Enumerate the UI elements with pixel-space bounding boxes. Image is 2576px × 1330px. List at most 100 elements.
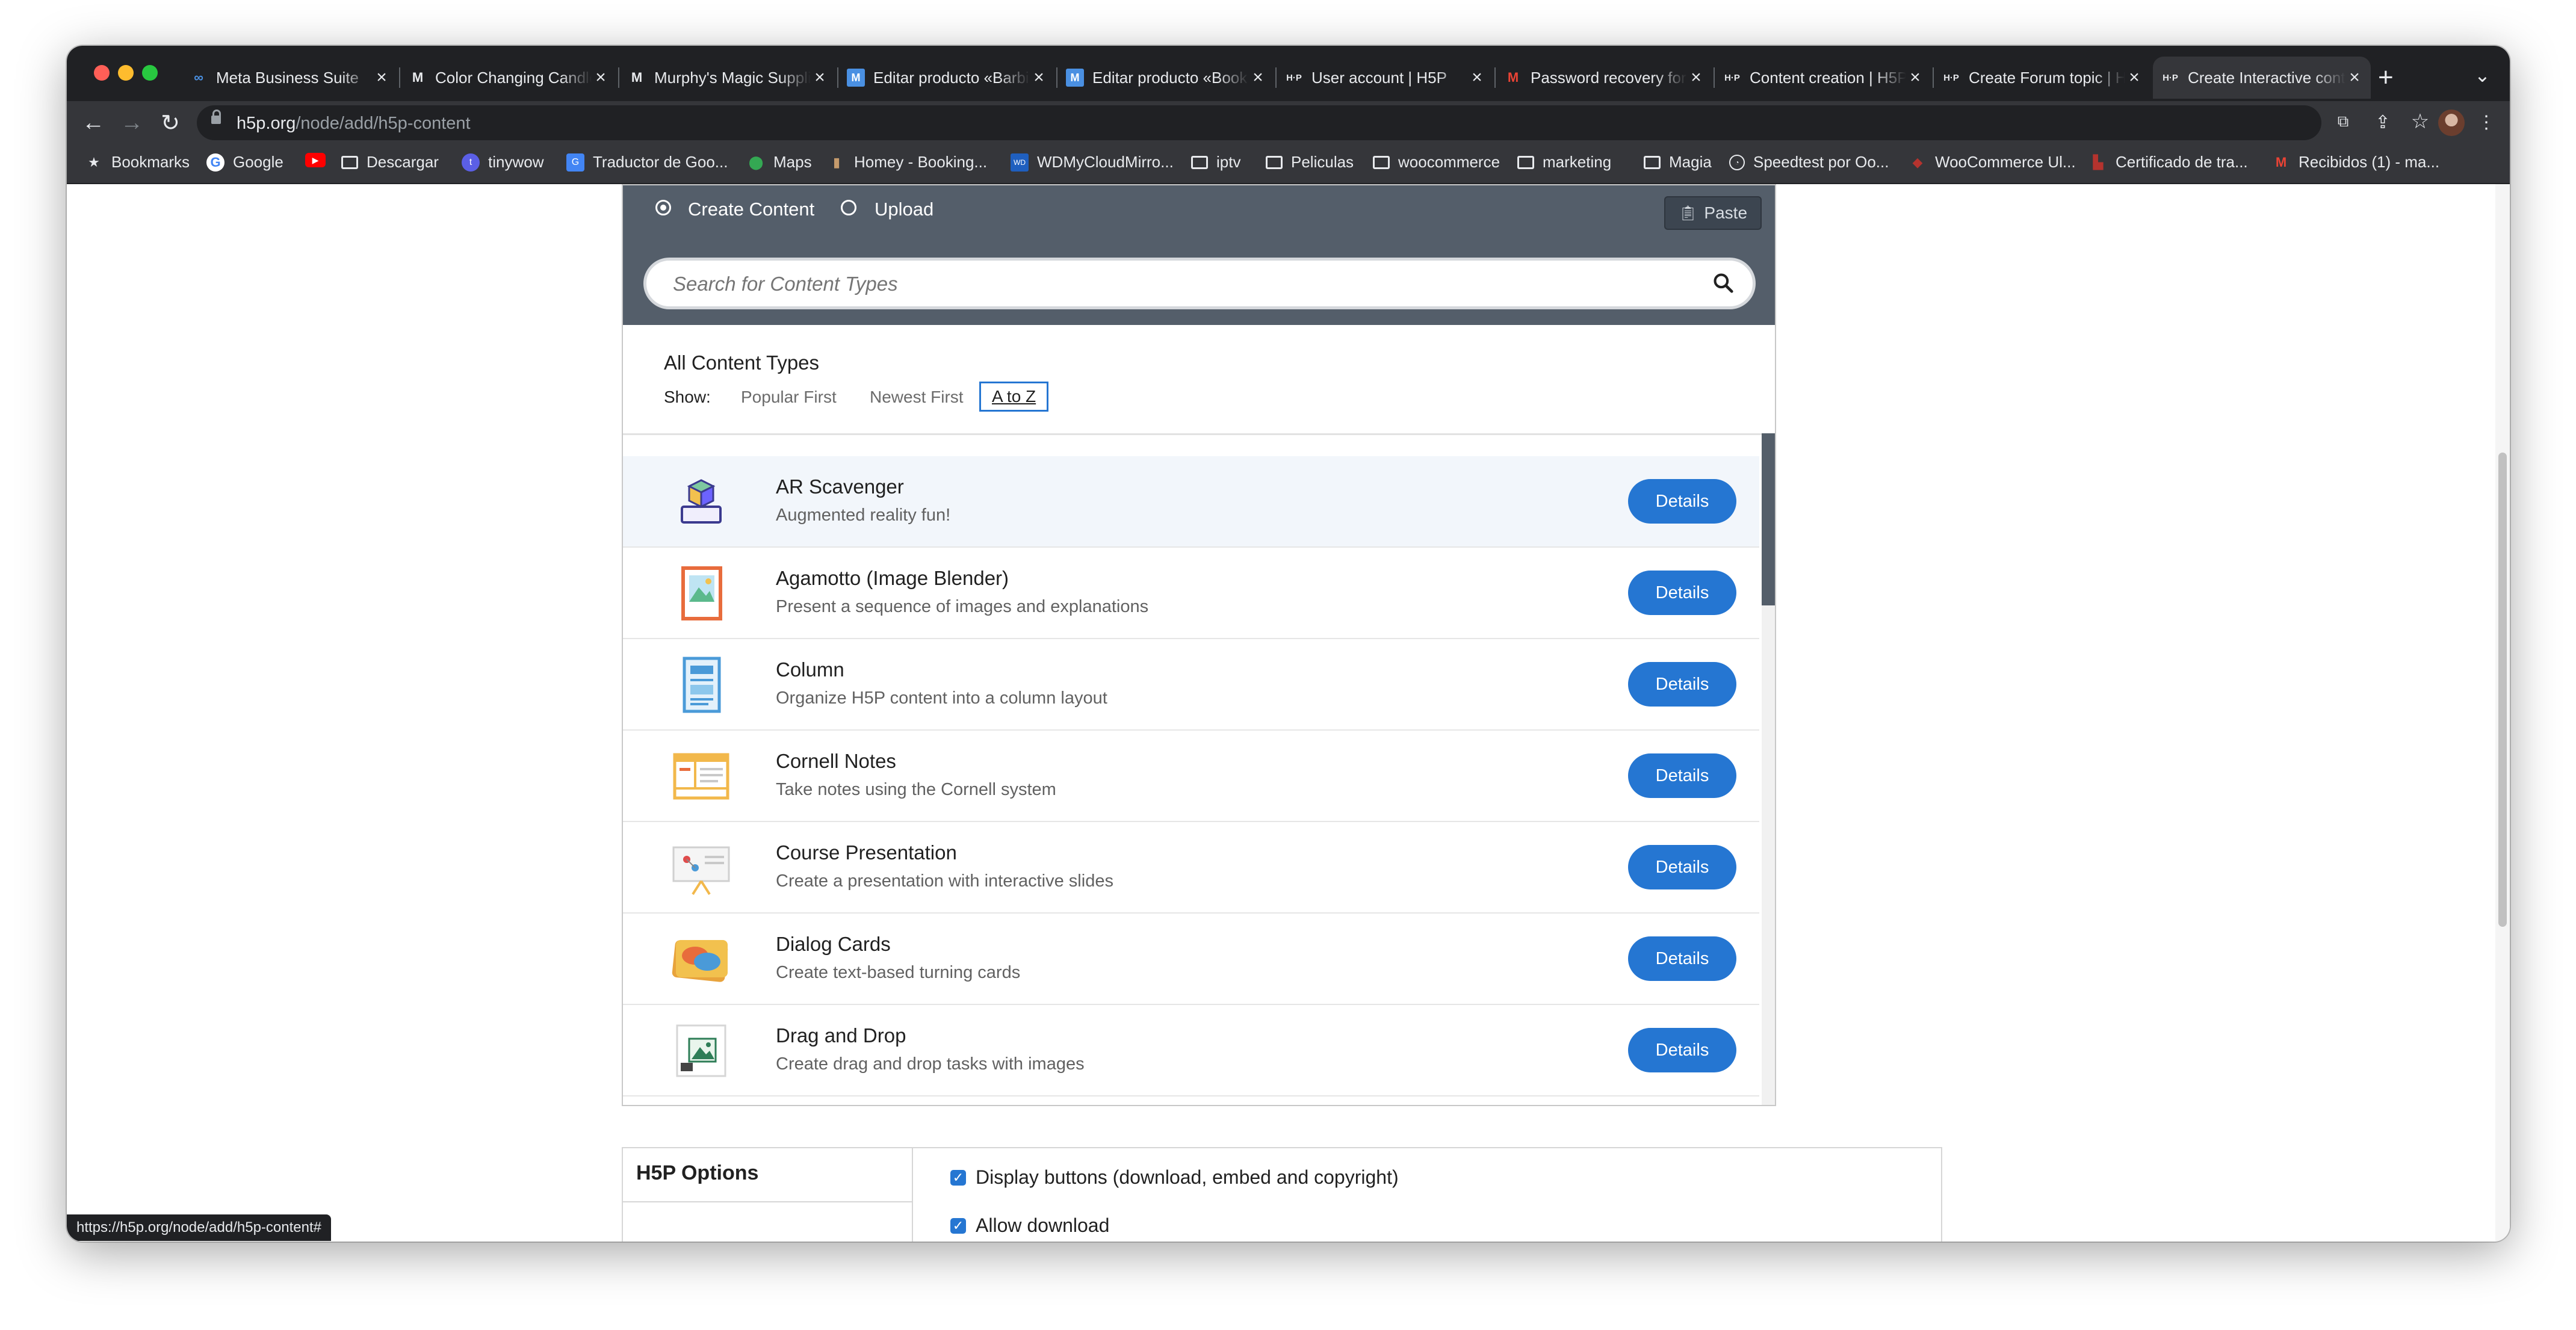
list-item[interactable]: Drag and Drop Create drag and drop tasks… — [623, 1005, 1759, 1096]
details-button[interactable]: Details — [1628, 1028, 1736, 1072]
close-tab-icon[interactable]: × — [2125, 67, 2143, 88]
browser-tab[interactable]: H·P Create Forum topic | H5P × — [1934, 57, 2150, 99]
bookmark-item[interactable]: Magia — [1644, 153, 1712, 172]
filter-popular-first[interactable]: Popular First — [741, 388, 837, 407]
close-tab-icon[interactable]: × — [1906, 67, 1924, 88]
browser-tab[interactable]: M Color Changing Candle × — [400, 57, 617, 99]
bookmark-item[interactable]: ▮ Homey - Booking... — [828, 153, 987, 172]
filter-newest-first[interactable]: Newest First — [870, 388, 964, 407]
list-item[interactable]: Column Organize H5P content into a colum… — [623, 639, 1759, 731]
bookmark-item[interactable]: M Recibidos (1) - ma... — [2272, 153, 2439, 172]
gmail-icon: M — [2275, 154, 2287, 170]
display-buttons-label[interactable]: Display buttons (download, embed and cop… — [976, 1166, 1399, 1189]
bookmark-item[interactable]: marketing — [1517, 153, 1611, 172]
search-icon[interactable] — [1712, 271, 1735, 294]
search-input[interactable]: Search for Content Types — [643, 258, 1756, 309]
browser-tab[interactable]: M Murphy's Magic Supplies × — [619, 57, 836, 99]
more-menu-icon[interactable]: ⋮ — [2474, 112, 2498, 133]
maximize-window-button[interactable] — [142, 65, 158, 81]
bookmark-item[interactable]: ★ Bookmarks — [85, 153, 190, 172]
back-arrow-icon[interactable]: ← — [79, 108, 108, 137]
h5p-icon: H·P — [2163, 72, 2178, 83]
browser-tab[interactable]: M Editar producto «Barbie × — [838, 57, 1055, 99]
minimize-window-button[interactable] — [118, 65, 134, 81]
profile-avatar[interactable] — [2438, 110, 2465, 136]
tab-title: Content creation | H5P — [1750, 68, 1906, 87]
close-window-button[interactable] — [94, 65, 110, 81]
meta-icon: ∞ — [194, 70, 203, 85]
allow-download-checkbox[interactable]: ✓ — [950, 1218, 966, 1234]
bookmark-item[interactable]: ◆ WooCommerce Ul... — [1909, 153, 2076, 172]
close-tab-icon[interactable]: × — [1468, 67, 1486, 88]
close-tab-icon[interactable]: × — [1249, 67, 1267, 88]
browser-tab[interactable]: ∞ Meta Business Suite × — [181, 57, 398, 99]
create-content-radio[interactable] — [655, 200, 671, 215]
url-text[interactable]: h5p.org/node/add/h5p-content — [237, 114, 471, 134]
content-list-scrollbar[interactable] — [1762, 433, 1775, 1105]
bookmark-label: WDMyCloudMirro... — [1037, 153, 1174, 171]
bookmark-item[interactable]: ▶ — [305, 153, 334, 167]
content-list-scroll-thumb[interactable] — [1762, 433, 1775, 605]
address-bar[interactable]: h5p.org/node/add/h5p-content — [197, 105, 2321, 140]
bookmark-item[interactable]: G Google — [206, 153, 283, 172]
paste-button[interactable]: 📋︎ Paste — [1664, 196, 1762, 230]
upload-radio[interactable] — [841, 200, 856, 215]
content-type-description: Create a presentation with interactive s… — [776, 871, 1113, 891]
close-tab-icon[interactable]: × — [373, 67, 391, 88]
forward-arrow-icon[interactable]: → — [117, 108, 146, 137]
bookmark-item[interactable]: iptv — [1191, 153, 1240, 172]
list-item[interactable]: Cornell Notes Take notes using the Corne… — [623, 731, 1759, 822]
create-content-tab[interactable]: Create Content — [688, 199, 814, 220]
bookmark-label: tinywow — [488, 153, 544, 171]
translate-icon[interactable]: ⧉ — [2331, 112, 2355, 131]
bookmark-label: Maps — [773, 153, 812, 171]
folder-icon — [1266, 155, 1283, 169]
list-item[interactable]: Agamotto (Image Blender) Present a seque… — [623, 548, 1759, 639]
clipboard-icon: 📋︎ — [1678, 205, 1697, 221]
bookmark-item[interactable]: ⬤ Maps — [747, 153, 812, 172]
bookmark-item[interactable]: ◔ Speedtest por Oo... — [1729, 153, 1889, 172]
details-button[interactable]: Details — [1628, 936, 1736, 981]
bookmark-item[interactable]: woocommerce — [1373, 153, 1500, 172]
bookmark-item[interactable]: WD WDMyCloudMirro... — [1011, 153, 1174, 172]
bookmark-item[interactable]: t tinywow — [462, 153, 543, 172]
new-tab-button[interactable]: + — [2378, 63, 2394, 93]
browser-tab[interactable]: H·P Content creation | H5P × — [1715, 57, 1931, 99]
close-tab-icon[interactable]: × — [1030, 67, 1048, 88]
details-button[interactable]: Details — [1628, 753, 1736, 798]
tab-title: Password recovery for — [1531, 68, 1686, 87]
close-tab-icon[interactable]: × — [1687, 67, 1705, 88]
bookmark-item[interactable]: Descargar — [341, 153, 439, 172]
details-button[interactable]: Details — [1628, 571, 1736, 615]
close-tab-icon[interactable]: × — [811, 67, 829, 88]
browser-tab[interactable]: M Editar producto «Book × — [1057, 57, 1274, 99]
bookmark-label: marketing — [1543, 153, 1612, 171]
h5p-options-title: H5P Options — [636, 1161, 759, 1184]
browser-tab[interactable]: M Password recovery for × — [1496, 57, 1712, 99]
upload-tab[interactable]: Upload — [875, 199, 933, 220]
bookmark-item[interactable]: ▙ Certificado de tra... — [2089, 153, 2248, 172]
bookmark-label: Homey - Booking... — [854, 153, 988, 171]
page-scroll-thumb[interactable] — [2498, 453, 2507, 927]
details-button[interactable]: Details — [1628, 662, 1736, 707]
list-item[interactable]: AR Scavenger Augmented reality fun! Deta… — [623, 456, 1759, 548]
browser-tab[interactable]: H·P User account | H5P × — [1277, 57, 1493, 99]
content-type-title: Cornell Notes — [776, 750, 896, 772]
display-buttons-checkbox[interactable]: ✓ — [950, 1170, 966, 1186]
bookmark-item[interactable]: G Traductor de Goo... — [566, 153, 728, 172]
browser-tab-active[interactable]: H·P Create Interactive content × — [2153, 57, 2371, 99]
bookmark-star-icon[interactable]: ☆ — [2408, 110, 2432, 134]
close-tab-icon[interactable]: × — [592, 67, 610, 88]
details-button[interactable]: Details — [1628, 479, 1736, 524]
page-scrollbar[interactable] — [2495, 184, 2510, 1242]
details-button[interactable]: Details — [1628, 845, 1736, 889]
share-icon[interactable]: ⇪ — [2371, 112, 2395, 133]
close-tab-icon[interactable]: × — [2345, 67, 2364, 88]
allow-download-label[interactable]: Allow download — [976, 1214, 1109, 1237]
bookmark-item[interactable]: Peliculas — [1266, 153, 1354, 172]
reload-icon[interactable]: ↻ — [156, 108, 185, 137]
list-item[interactable]: Dialog Cards Create text-based turning c… — [623, 914, 1759, 1005]
tab-search-chevron-icon[interactable]: ⌄ — [2474, 64, 2491, 87]
filter-a-to-z[interactable]: A to Z — [979, 382, 1049, 412]
list-item[interactable]: Course Presentation Create a presentatio… — [623, 822, 1759, 914]
